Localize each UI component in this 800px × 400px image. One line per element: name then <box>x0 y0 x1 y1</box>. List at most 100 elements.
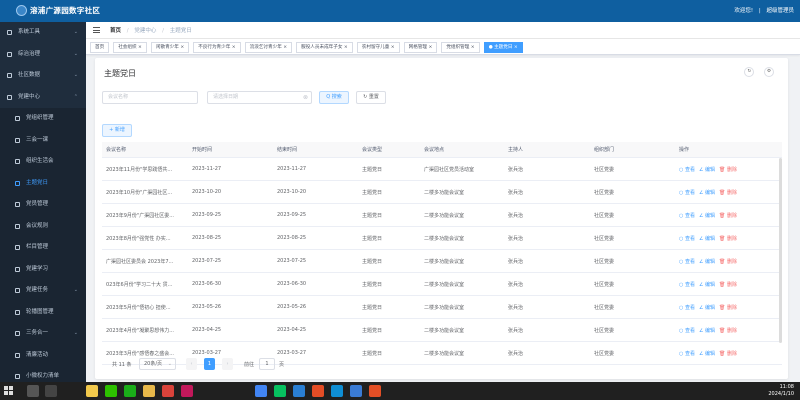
breadcrumb-home[interactable]: 首页 <box>110 28 121 34</box>
wechat-icon[interactable] <box>105 385 117 397</box>
wechat-devtools-icon[interactable] <box>274 385 286 397</box>
tag-view-item[interactable]: 农村留守儿童 × <box>356 41 400 53</box>
meeting-name-input[interactable]: 会议名称 <box>102 91 198 104</box>
sidebar-item[interactable]: 党员管理 <box>0 194 86 216</box>
view-button[interactable]: ○ 查看 <box>679 235 695 242</box>
table-scrollbar[interactable] <box>779 158 782 343</box>
edit-button[interactable]: ∠ 编辑 <box>699 281 715 288</box>
sidebar-item[interactable]: 小微权力清单 <box>0 366 86 382</box>
delete-button[interactable]: 🗑 删除 <box>719 304 737 311</box>
sidebar-item[interactable]: 轮播图管理 <box>0 301 86 323</box>
view-button[interactable]: ○ 查看 <box>679 281 695 288</box>
column-settings-icon[interactable]: ⚙ <box>764 67 774 77</box>
tag-view-item[interactable]: 闲散青少年 × <box>150 41 190 53</box>
edit-button[interactable]: ∠ 编辑 <box>699 212 715 219</box>
view-button[interactable]: ○ 查看 <box>679 166 695 173</box>
view-button[interactable]: ○ 查看 <box>679 258 695 265</box>
prev-page-button[interactable]: ‹ <box>186 358 197 370</box>
app-pink-icon[interactable] <box>181 385 193 397</box>
search-icon[interactable] <box>27 385 39 397</box>
view-button[interactable]: ○ 查看 <box>679 327 695 334</box>
app-red-icon[interactable] <box>162 385 174 397</box>
edit-button[interactable]: ∠ 编辑 <box>699 304 715 311</box>
edit-button[interactable]: ∠ 编辑 <box>699 258 715 265</box>
sidebar-item[interactable]: 三会一课 <box>0 129 86 151</box>
delete-button[interactable]: 🗑 删除 <box>719 327 737 334</box>
folder-icon[interactable] <box>143 385 155 397</box>
system-clock[interactable]: 11:08 2024/1/10 <box>768 384 794 397</box>
tag-view-item[interactable]: 网格管理 × <box>403 41 438 53</box>
edge-icon[interactable] <box>331 385 343 397</box>
vscode-icon[interactable] <box>293 385 305 397</box>
sidebar-item[interactable]: 党建学习 <box>0 258 86 280</box>
table-row[interactable]: 2023年9月份"广渠园社区委... 2023-09-25 2023-09-25 主题… <box>102 204 782 227</box>
edit-button[interactable]: ∠ 编辑 <box>699 350 715 357</box>
messenger-icon[interactable] <box>124 385 136 397</box>
sidebar-item[interactable]: 会议规则 <box>0 215 86 237</box>
tag-view-item[interactable]: 不良行为青少年 × <box>193 41 241 53</box>
table-row[interactable]: 2023年8月份"强党性 办实... 2023-08-25 2023-08-25 主题… <box>102 227 782 250</box>
delete-button[interactable]: 🗑 删除 <box>719 166 737 173</box>
search-toggle-icon[interactable]: ↻ <box>744 67 755 77</box>
sidebar-item[interactable]: 社区数据 ⌄ <box>0 65 86 87</box>
view-button[interactable]: ○ 查看 <box>679 350 695 357</box>
tag-view-item[interactable]: 社会组织 × <box>113 41 147 53</box>
add-button[interactable]: + 新增 <box>102 124 132 137</box>
date-picker-input[interactable]: 请选择日期 ⊗ <box>207 91 312 104</box>
table-cell: 2023-08-25 <box>277 235 307 241</box>
delete-button[interactable]: 🗑 删除 <box>719 235 737 242</box>
clear-icon[interactable]: ⊗ <box>303 92 308 103</box>
delete-button[interactable]: 🗑 删除 <box>719 189 737 196</box>
html5-icon[interactable] <box>369 385 381 397</box>
table-cell: 2023-07-25 <box>277 258 307 264</box>
table-row[interactable]: 023年6月份"学习二十大 贯... 2023-06-30 2023-06-30 主题… <box>102 273 782 296</box>
sidebar-item[interactable]: 党建中心 ⌃ <box>0 87 86 109</box>
page-number-button[interactable]: 1 <box>204 358 215 370</box>
edit-button[interactable]: ∠ 编辑 <box>699 235 715 242</box>
table-cell: 社区党委 <box>594 235 615 242</box>
app-blue-icon[interactable] <box>350 385 362 397</box>
next-page-button[interactable]: › <box>222 358 233 370</box>
tag-view-item[interactable]: 首页 <box>90 41 110 53</box>
file-explorer-icon[interactable] <box>86 385 98 397</box>
tag-view-item[interactable]: 流浪乞讨青少年 × <box>244 41 293 53</box>
delete-button[interactable]: 🗑 删除 <box>719 281 737 288</box>
task-view-icon[interactable] <box>45 385 57 397</box>
delete-button[interactable]: 🗑 删除 <box>719 258 737 265</box>
search-button[interactable]: Q 搜索 <box>319 91 349 104</box>
user-menu[interactable]: 超级管理员 <box>766 8 794 14</box>
reset-button[interactable]: ↻ 重置 <box>356 91 386 104</box>
sidebar-item[interactable]: 党组织管理 <box>0 108 86 130</box>
sidebar-item[interactable]: 组织生活会 <box>0 151 86 173</box>
tag-view-item[interactable]: 服役人员未成年子女 × <box>296 41 353 53</box>
goto-page-input[interactable]: 1 <box>259 358 275 370</box>
edit-button[interactable]: ∠ 编辑 <box>699 327 715 334</box>
hamburger-menu-icon[interactable] <box>93 27 100 33</box>
table-row[interactable]: 2023年5月份"悟初心 担使... 2023-05-26 2023-05-26 主题… <box>102 296 782 319</box>
sidebar-item[interactable]: 栏目管理 <box>0 237 86 259</box>
table-row[interactable]: 2023年11月份"学思践悟共... 2023-11-27 2023-11-27 主题… <box>102 158 782 181</box>
table-row[interactable]: 2023年4月份"凝聚思想伟力... 2023-04-25 2023-04-25 主题… <box>102 319 782 342</box>
view-button[interactable]: ○ 查看 <box>679 189 695 196</box>
sidebar-item[interactable]: 系统工具 ⌄ <box>0 22 86 44</box>
delete-button[interactable]: 🗑 删除 <box>719 350 737 357</box>
html-icon[interactable] <box>312 385 324 397</box>
sidebar-item[interactable]: 综治治理 ⌄ <box>0 44 86 66</box>
table-row[interactable]: 2023年10月份"广渠园社区... 2023-10-20 2023-10-20 主题… <box>102 181 782 204</box>
view-button[interactable]: ○ 查看 <box>679 212 695 219</box>
edit-button[interactable]: ∠ 编辑 <box>699 189 715 196</box>
page-size-select[interactable]: 20条/页 ⌄ <box>139 358 176 370</box>
delete-button[interactable]: 🗑 删除 <box>719 212 737 219</box>
sidebar-item[interactable]: 党建任务 ⌄ <box>0 280 86 302</box>
chrome-icon[interactable] <box>255 385 267 397</box>
sidebar-item[interactable]: 主题党日 <box>0 172 86 194</box>
table-row[interactable]: 广渠园社区委员会 2023年7... 2023-07-25 2023-07-25 主题… <box>102 250 782 273</box>
tag-view-item[interactable]: 党组织管理 × <box>441 41 480 53</box>
windows-start-icon[interactable] <box>4 386 14 396</box>
sidebar-item[interactable]: 清廉活动 <box>0 344 86 366</box>
sidebar-item-label: 轮播图管理 <box>26 308 54 315</box>
view-button[interactable]: ○ 查看 <box>679 304 695 311</box>
sidebar-item[interactable]: 三务合一 ⌄ <box>0 323 86 345</box>
tag-view-item[interactable]: ● 主题党日 × <box>483 41 523 53</box>
edit-button[interactable]: ∠ 编辑 <box>699 166 715 173</box>
